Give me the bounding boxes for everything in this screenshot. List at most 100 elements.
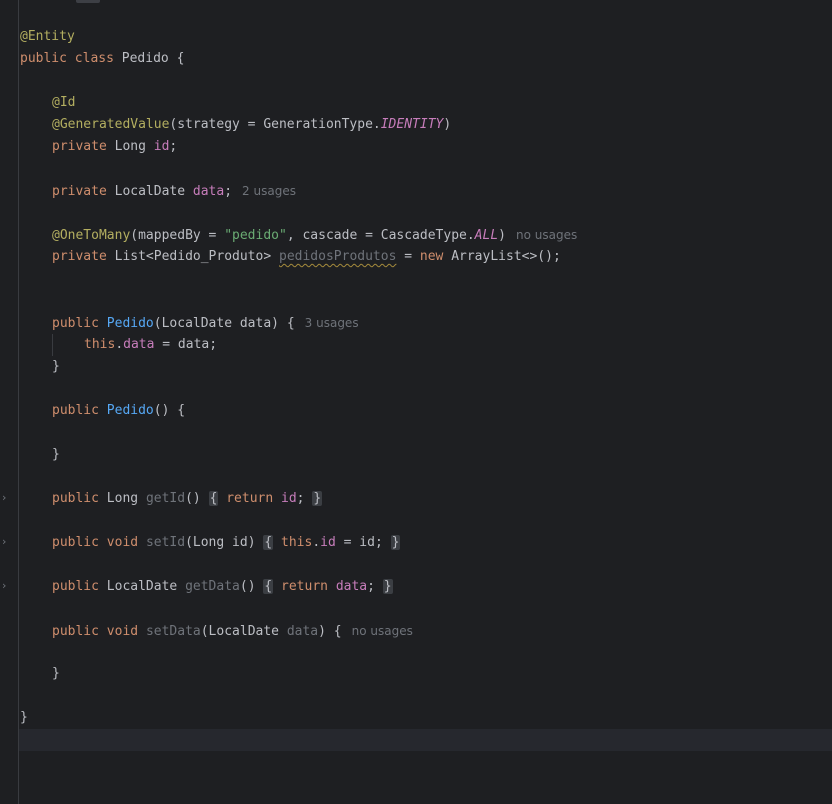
type-name: Long xyxy=(114,139,146,154)
code-text: ; xyxy=(367,579,375,594)
code-line[interactable]: this.data = data; xyxy=(84,334,217,356)
keyword: void xyxy=(106,624,139,639)
code-text: = data; xyxy=(154,337,218,352)
brace: { xyxy=(176,51,185,66)
code-text: . xyxy=(115,337,124,352)
keyword: return xyxy=(226,491,274,506)
code-line[interactable]: private LocalDate data; 2 usages xyxy=(52,180,296,202)
code-line[interactable]: } xyxy=(52,356,60,378)
code-editor[interactable]: › › › @Entity public class Pedido { @Id … xyxy=(0,0,832,804)
brace: } xyxy=(52,359,60,374)
usages-hint[interactable]: 3 usages xyxy=(305,316,359,330)
code-line[interactable]: } xyxy=(20,707,28,729)
code-text: ArrayList<>(); xyxy=(451,249,561,264)
code-line[interactable]: @OneToMany(mappedBy = "pedido", cascade … xyxy=(52,224,577,246)
field-name: id xyxy=(281,491,297,506)
brace: } xyxy=(52,447,60,462)
code-text: ; xyxy=(296,491,305,506)
code-text: ) xyxy=(443,117,452,132)
code-line[interactable]: public void setData(LocalDate data) { no … xyxy=(52,620,413,642)
usages-hint[interactable]: no usages xyxy=(516,228,577,242)
code-line[interactable]: public Pedido() { xyxy=(52,400,185,422)
annotation: @OneToMany xyxy=(52,228,131,243)
code-text: (LocalDate data) { xyxy=(153,316,295,331)
keyword: public xyxy=(52,403,99,418)
usages-hint[interactable]: 2 usages xyxy=(242,184,296,198)
keyword: public xyxy=(52,624,99,639)
code-text: = id; xyxy=(335,535,383,550)
method-name: setData xyxy=(145,624,201,639)
code-line[interactable]: public class Pedido { xyxy=(20,48,184,70)
method-name: setId xyxy=(145,535,186,550)
folded-brace[interactable]: { xyxy=(208,491,219,506)
keyword: private xyxy=(52,139,107,154)
keyword: public xyxy=(52,535,99,550)
code-text: () { xyxy=(153,403,186,418)
type-name: Long xyxy=(106,491,139,506)
code-line[interactable]: @GeneratedValue(strategy = GenerationTyp… xyxy=(52,114,451,136)
code-text: ; xyxy=(169,139,178,154)
folded-brace[interactable]: } xyxy=(382,579,393,594)
code-line[interactable]: public Pedido(LocalDate data) { 3 usages xyxy=(52,312,359,334)
code-text: , cascade = CascadeType. xyxy=(286,228,475,243)
keyword: return xyxy=(281,579,328,594)
code-line[interactable]: @Entity xyxy=(20,26,75,48)
folded-brace[interactable]: } xyxy=(312,491,323,506)
code-line[interactable]: public Long getId() { return id; } xyxy=(52,488,323,510)
annotation: @Entity xyxy=(20,29,75,44)
method-name: getData xyxy=(185,579,240,594)
code-text: ) { xyxy=(318,624,342,639)
field-name: id xyxy=(320,535,336,550)
usages-hint[interactable]: no usages xyxy=(352,624,413,638)
enum-constant: IDENTITY xyxy=(380,117,444,132)
constructor-name: Pedido xyxy=(106,403,154,418)
code-text: ) xyxy=(498,228,506,243)
code-line[interactable]: private List<Pedido_Produto> pedidosProd… xyxy=(52,246,561,268)
folded-brace[interactable]: { xyxy=(263,579,274,594)
brace: } xyxy=(20,710,28,725)
code-text: (Long id) xyxy=(185,535,256,550)
code-line[interactable]: } xyxy=(52,663,60,685)
class-name: Pedido xyxy=(121,51,169,66)
code-text: () xyxy=(239,579,256,594)
fold-chevron-right-icon[interactable]: › xyxy=(2,536,12,548)
keyword: public xyxy=(52,579,99,594)
code-text: (mappedBy = xyxy=(130,228,225,243)
unused-field-warning[interactable]: pedidosProdutos xyxy=(279,249,396,264)
keyword: this xyxy=(84,337,116,352)
keyword: public xyxy=(52,316,99,331)
code-line[interactable]: public LocalDate getData() { return data… xyxy=(52,576,393,598)
constructor-name: Pedido xyxy=(106,316,154,331)
fold-chevron-right-icon[interactable]: › xyxy=(2,580,12,592)
annotation: @Id xyxy=(52,95,76,110)
fold-chevron-right-icon[interactable]: › xyxy=(2,492,12,504)
code-line[interactable]: private Long id; xyxy=(52,136,177,158)
keyword: void xyxy=(106,535,139,550)
enum-constant: ALL xyxy=(474,228,499,243)
type-name: List<Pedido_Produto> xyxy=(114,249,272,264)
field-name: data xyxy=(123,337,155,352)
field-name: data xyxy=(192,184,225,199)
unused-parameter: data xyxy=(286,624,319,639)
type-name: LocalDate xyxy=(106,579,178,594)
code-text: . xyxy=(312,535,321,550)
scrolled-fold-marker xyxy=(76,0,100,3)
brace: } xyxy=(52,666,60,681)
current-line-highlight xyxy=(19,729,832,751)
field-name: id xyxy=(153,139,170,154)
keyword: public xyxy=(52,491,99,506)
type-name: LocalDate xyxy=(114,184,186,199)
code-line[interactable]: } xyxy=(52,444,60,466)
code-text: = xyxy=(396,249,420,264)
indent-guide xyxy=(52,334,53,356)
folded-brace[interactable]: } xyxy=(390,535,401,550)
folded-brace[interactable]: { xyxy=(263,535,274,550)
code-line[interactable]: public void setId(Long id) { this.id = i… xyxy=(52,532,401,554)
keyword: private xyxy=(52,184,107,199)
editor-gutter: › › › xyxy=(0,0,19,804)
code-text: (LocalDate xyxy=(200,624,287,639)
keyword: public xyxy=(20,51,67,66)
code-line[interactable]: @Id xyxy=(52,92,75,114)
code-text: ; xyxy=(224,184,233,199)
string-literal: "pedido" xyxy=(224,228,287,243)
